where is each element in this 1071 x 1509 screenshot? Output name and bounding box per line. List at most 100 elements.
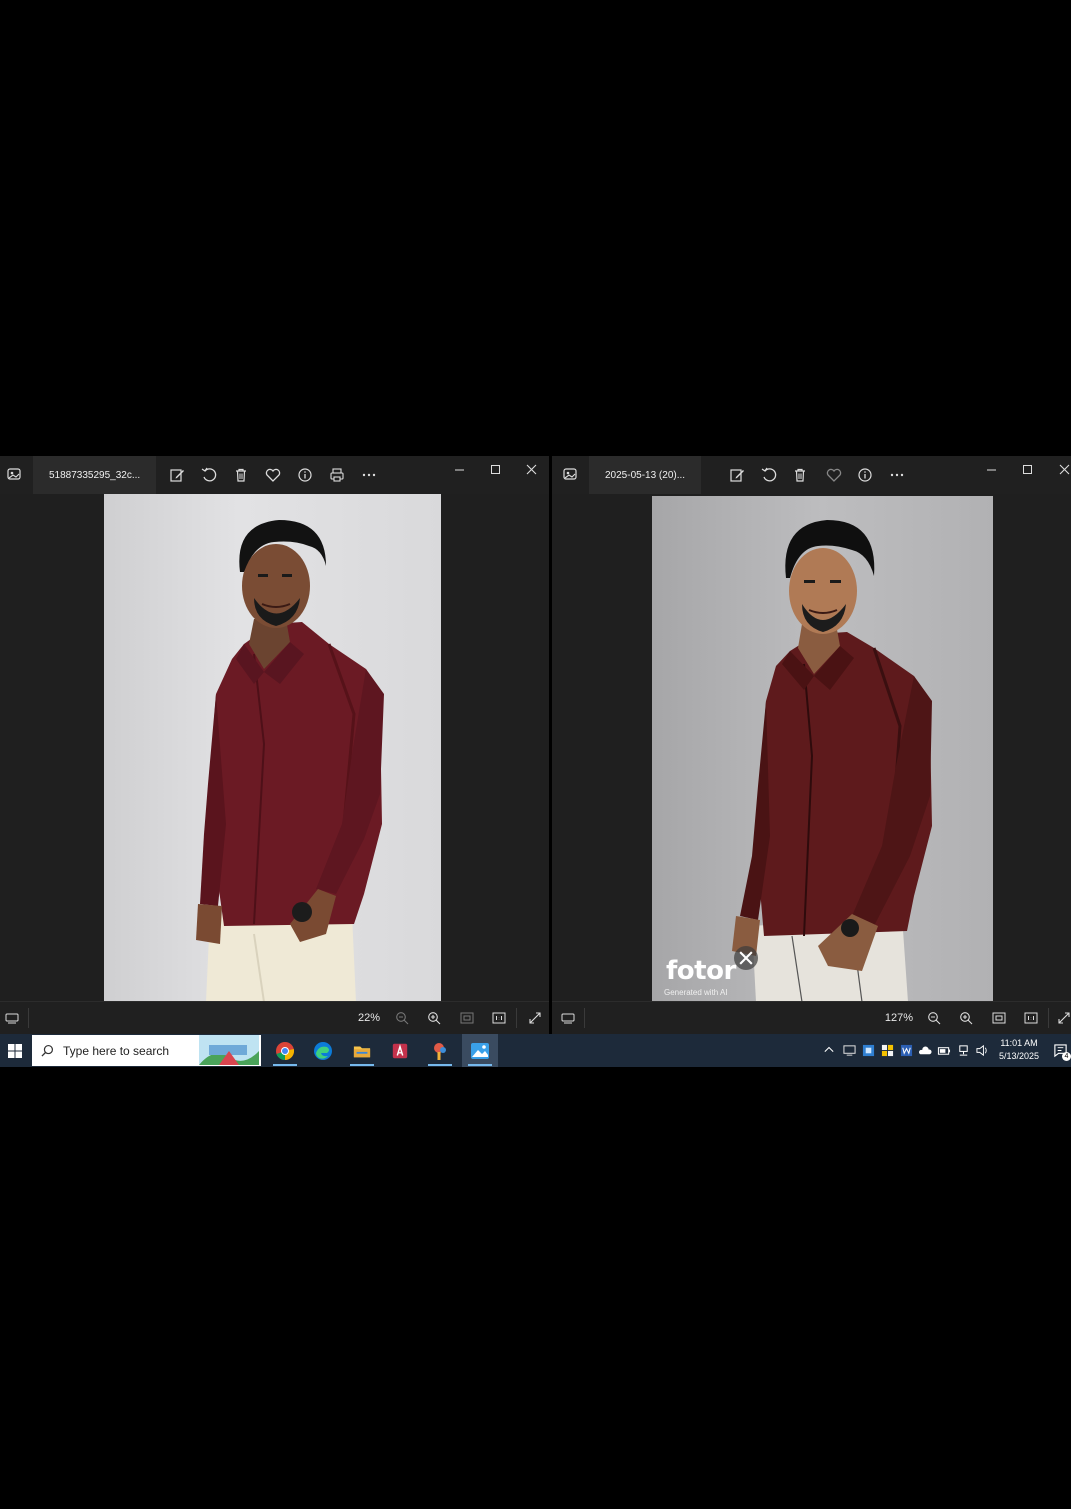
full-screen-button[interactable] bbox=[1057, 1009, 1071, 1027]
show-hidden-icons-button[interactable] bbox=[823, 1043, 835, 1057]
running-indicator bbox=[468, 1064, 492, 1066]
running-indicator bbox=[428, 1064, 452, 1066]
start-button[interactable] bbox=[0, 1034, 29, 1067]
filmstrip-button[interactable] bbox=[560, 1009, 576, 1027]
speaker-icon bbox=[975, 1044, 987, 1056]
actual-size-button[interactable] bbox=[490, 1009, 508, 1027]
file-name-tab[interactable]: 2025-05-13 (20)... bbox=[589, 456, 702, 494]
rotate-button[interactable] bbox=[199, 465, 219, 485]
photos-window-right: 2025-05-13 (20)... fotor Generated with … bbox=[552, 456, 1071, 1034]
edit-button[interactable] bbox=[727, 465, 747, 485]
watermark-caption: Generated with AI bbox=[664, 988, 728, 997]
photos-icon bbox=[471, 1042, 489, 1059]
divider bbox=[516, 1008, 517, 1028]
windows-logo-icon bbox=[7, 1043, 22, 1058]
full-screen-icon bbox=[529, 1012, 541, 1024]
running-indicator bbox=[273, 1064, 297, 1066]
zoom-in-icon bbox=[428, 1012, 441, 1025]
info-button[interactable] bbox=[855, 465, 875, 485]
taskbar-chrome[interactable] bbox=[267, 1034, 303, 1067]
file-name: 2025-05-13 (20)... bbox=[605, 469, 686, 481]
photo-viewport[interactable] bbox=[0, 494, 549, 1002]
tray-network-drive[interactable] bbox=[842, 1043, 856, 1057]
title-bar: 51887335295_32c... bbox=[0, 456, 549, 494]
maximize-icon bbox=[1022, 464, 1032, 474]
rotate-icon bbox=[761, 467, 777, 482]
favorite-icon bbox=[265, 468, 281, 482]
taskbar-paint[interactable] bbox=[422, 1034, 458, 1067]
taskbar-file-explorer[interactable] bbox=[344, 1034, 380, 1067]
actual-size-icon bbox=[1024, 1012, 1038, 1024]
photos-app-icon bbox=[6, 466, 22, 482]
close-watermark-button[interactable] bbox=[734, 946, 758, 970]
photo-viewport[interactable]: fotor Generated with AI bbox=[552, 494, 1071, 1002]
file-name: 51887335295_32c... bbox=[49, 469, 141, 481]
taskbar-photos[interactable] bbox=[462, 1034, 498, 1067]
minimize-button[interactable] bbox=[448, 460, 470, 478]
status-bar: 22% bbox=[0, 1001, 549, 1034]
clock[interactable]: 11:01 AM 5/13/2025 bbox=[994, 1037, 1044, 1063]
fit-to-window-button[interactable] bbox=[458, 1009, 476, 1027]
maximize-button[interactable] bbox=[1016, 460, 1038, 478]
tray-network[interactable] bbox=[956, 1043, 970, 1057]
print-icon bbox=[330, 468, 344, 482]
info-button[interactable] bbox=[295, 465, 315, 485]
search-placeholder: Type here to search bbox=[63, 1044, 170, 1058]
tray-battery[interactable] bbox=[937, 1043, 951, 1057]
zoom-out-button[interactable] bbox=[393, 1009, 411, 1027]
file-name-tab[interactable]: 51887335295_32c... bbox=[33, 456, 157, 494]
edge-icon bbox=[314, 1041, 332, 1060]
tray-volume[interactable] bbox=[975, 1043, 989, 1057]
favorite-button[interactable] bbox=[824, 465, 844, 485]
delete-icon bbox=[236, 468, 246, 482]
photos-window-left: 51887335295_32c... 22% bbox=[0, 456, 549, 1034]
more-button[interactable] bbox=[887, 465, 907, 485]
taskbar-access[interactable] bbox=[382, 1034, 418, 1067]
tray-onedrive[interactable] bbox=[918, 1043, 932, 1057]
delete-button[interactable] bbox=[790, 465, 810, 485]
delete-button[interactable] bbox=[231, 465, 251, 485]
close-button[interactable] bbox=[1053, 460, 1071, 478]
more-icon bbox=[362, 473, 376, 477]
paint-icon bbox=[434, 1042, 446, 1060]
search-box[interactable]: Type here to search bbox=[32, 1035, 261, 1066]
rotate-button[interactable] bbox=[759, 465, 779, 485]
edit-icon bbox=[170, 469, 184, 482]
minimize-icon bbox=[454, 469, 464, 470]
minimize-button[interactable] bbox=[980, 460, 1002, 478]
favorite-icon bbox=[826, 468, 842, 482]
close-button[interactable] bbox=[520, 460, 542, 478]
zoom-in-icon bbox=[960, 1012, 973, 1025]
actual-size-button[interactable] bbox=[1022, 1009, 1040, 1027]
zoom-out-icon bbox=[928, 1012, 941, 1025]
word-icon bbox=[900, 1044, 912, 1056]
taskbar-edge[interactable] bbox=[305, 1034, 341, 1067]
edit-button[interactable] bbox=[167, 465, 187, 485]
search-icon bbox=[41, 1044, 54, 1057]
photos-app-icon bbox=[562, 466, 578, 482]
security-icon bbox=[881, 1044, 893, 1056]
tray-app-2[interactable] bbox=[880, 1043, 894, 1057]
zoom-in-button[interactable] bbox=[425, 1009, 443, 1027]
maximize-icon bbox=[490, 464, 500, 474]
app-tray-icon bbox=[862, 1044, 874, 1056]
tray-word[interactable] bbox=[899, 1043, 913, 1057]
info-icon bbox=[858, 468, 872, 482]
rotate-icon bbox=[201, 467, 217, 482]
notification-center-button[interactable]: 4 bbox=[1051, 1043, 1071, 1061]
full-screen-button[interactable] bbox=[526, 1009, 544, 1027]
fit-to-window-button[interactable] bbox=[990, 1009, 1008, 1027]
zoom-out-button[interactable] bbox=[925, 1009, 943, 1027]
favorite-button[interactable] bbox=[263, 465, 283, 485]
maximize-button[interactable] bbox=[484, 460, 506, 478]
clock-date: 5/13/2025 bbox=[998, 1051, 1040, 1061]
print-button[interactable] bbox=[327, 465, 347, 485]
clock-time: 11:01 AM bbox=[1000, 1038, 1038, 1048]
status-bar: 127% bbox=[552, 1001, 1071, 1034]
more-button[interactable] bbox=[359, 465, 379, 485]
close-icon bbox=[526, 464, 536, 474]
tray-app-1[interactable] bbox=[861, 1043, 875, 1057]
filmstrip-icon bbox=[561, 1013, 575, 1024]
zoom-in-button[interactable] bbox=[957, 1009, 975, 1027]
filmstrip-button[interactable] bbox=[4, 1009, 20, 1027]
